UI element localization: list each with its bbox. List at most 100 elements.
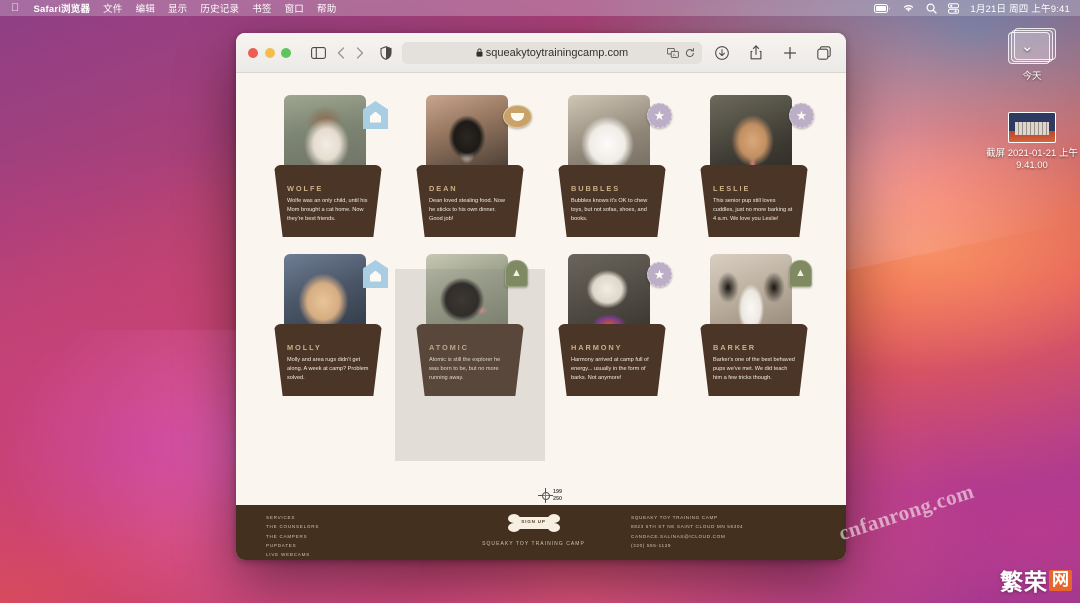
camper-name: MOLLY xyxy=(287,343,322,352)
camper-card-leslie[interactable]: ★ LESLIE This senior pup still loves cud… xyxy=(700,95,814,237)
control-center-icon[interactable] xyxy=(948,2,960,14)
camper-description: Molly and area rugs didn't get along. A … xyxy=(287,357,369,382)
wifi-icon[interactable] xyxy=(902,3,915,13)
star-badge: ★ xyxy=(647,103,672,128)
desktop-icon-screenshot-file[interactable]: 截屏 2021-01-21 上午 9.41.00 xyxy=(986,112,1078,172)
camper-name: ATOMIC xyxy=(429,343,469,352)
footer-center: SIGN UP SQUEAKY TOY TRAINING CAMP xyxy=(436,511,631,555)
camper-card-wolfe[interactable]: WOLFE Wolfe was an only child, until his… xyxy=(274,95,388,237)
watermark-diagonal-text: cnfanrong.com xyxy=(835,478,977,546)
address-bar-container: squeakytoytrainingcamp.com A xyxy=(402,41,702,64)
address-bar-text-group: squeakytoytrainingcamp.com xyxy=(476,47,628,59)
camper-description: Harmony arrived at camp full of energy..… xyxy=(571,357,649,382)
footer-nav-links: SERVICES THE COUNSELORS THE CAMPERS PUPD… xyxy=(266,511,436,557)
camper-name: BUBBLES xyxy=(571,184,621,193)
star-badge: ★ xyxy=(647,262,672,287)
watermark-logo-text: 繁荣 xyxy=(1000,570,1048,596)
footer-phone[interactable]: (320) 555-1129 xyxy=(631,541,816,550)
camper-description: Barker's one of the best behaved pups we… xyxy=(713,357,795,382)
menu-item-help[interactable]: 帮助 xyxy=(317,1,336,15)
campers-grid: WOLFE Wolfe was an only child, until his… xyxy=(236,73,846,505)
address-bar-actions: A xyxy=(667,47,695,58)
privacy-shield-icon[interactable] xyxy=(380,43,392,63)
sign-up-button[interactable]: SIGN UP xyxy=(507,512,561,534)
tree-badge: ▲ xyxy=(789,260,812,287)
footer-brand-name: SQUEAKY TOY TRAINING CAMP xyxy=(482,541,585,547)
campers-row: MOLLY Molly and area rugs didn't get alo… xyxy=(274,254,812,396)
camper-plate: MOLLY Molly and area rugs didn't get alo… xyxy=(274,324,382,396)
house-badge xyxy=(363,260,388,288)
camper-card-molly[interactable]: MOLLY Molly and area rugs didn't get alo… xyxy=(274,254,388,396)
desktop-icon-label: 截屏 2021-01-21 上午 9.41.00 xyxy=(986,148,1078,171)
url-text: squeakytoytrainingcamp.com xyxy=(485,46,629,59)
menu-app-name[interactable]: Safari浏览器 xyxy=(33,1,90,15)
downloads-icon[interactable] xyxy=(712,43,732,63)
translate-icon[interactable]: A xyxy=(667,47,679,58)
camper-name: DEAN xyxy=(429,184,458,193)
camper-card-bubbles[interactable]: ★ BUBBLES Bubbles knows it's OK to chew … xyxy=(558,95,672,237)
reload-icon[interactable] xyxy=(685,47,695,58)
campers-row: WOLFE Wolfe was an only child, until his… xyxy=(274,95,814,237)
camper-plate: BUBBLES Bubbles knows it's OK to chew to… xyxy=(558,165,666,237)
camper-description: This senior pup still loves cuddles, jus… xyxy=(713,198,793,223)
new-tab-button[interactable] xyxy=(780,43,800,63)
toolbar-right-actions xyxy=(712,43,834,63)
footer-link-live-webcams[interactable]: LIVE WEBCAMS xyxy=(266,550,436,559)
desktop-icon-today-stack[interactable]: ⌄ 今天 xyxy=(986,28,1078,83)
footer-contact-info: SQUEAKY TOY TRAINING CAMP 8823 5TH ST NE… xyxy=(631,511,816,555)
footer-link-services[interactable]: SERVICES xyxy=(266,513,436,522)
footer-company-name: SQUEAKY TOY TRAINING CAMP xyxy=(631,515,718,520)
camper-description: Atomic is still the explorer he was born… xyxy=(429,357,501,382)
stack-icon: ⌄ xyxy=(1008,28,1056,66)
forward-button[interactable] xyxy=(355,43,364,63)
house-badge xyxy=(363,101,388,129)
apple-logo-icon[interactable]:  xyxy=(11,2,19,14)
close-button[interactable] xyxy=(248,47,258,58)
camper-name: LESLIE xyxy=(713,184,751,193)
menu-item-file[interactable]: 文件 xyxy=(103,1,122,15)
camper-card-atomic[interactable]: ▲ ATOMIC Atomic is still the explorer he… xyxy=(416,254,528,396)
tab-overview-button[interactable] xyxy=(814,43,834,63)
camper-name: BARKER xyxy=(713,343,757,352)
search-icon[interactable] xyxy=(926,2,938,14)
camper-card-harmony[interactable]: ★ HARMONY Harmony arrived at camp full o… xyxy=(558,254,672,396)
camper-plate: LESLIE This senior pup still loves cuddl… xyxy=(700,165,808,237)
menu-item-bookmarks[interactable]: 书签 xyxy=(252,1,271,15)
camper-card-dean[interactable]: DEAN Dean loved stealing food. Now he st… xyxy=(416,95,532,237)
camper-name: WOLFE xyxy=(287,184,324,193)
menu-bar-left:  Safari浏览器 文件 编辑 显示 历史记录 书签 窗口 帮助 xyxy=(0,1,336,15)
menu-item-edit[interactable]: 编辑 xyxy=(136,1,155,15)
battery-icon[interactable] xyxy=(874,3,891,13)
camper-plate: WOLFE Wolfe was an only child, until his… xyxy=(274,165,382,237)
footer-email[interactable]: CANDACE.SALINAS@ICLOUD.COM xyxy=(631,532,816,541)
screenshot-crosshair-cursor: 199 250 xyxy=(538,488,572,514)
menu-item-window[interactable]: 窗口 xyxy=(285,1,304,15)
star-badge: ★ xyxy=(789,103,814,128)
chevron-down-icon: ⌄ xyxy=(1021,38,1034,55)
camper-description: Bubbles knows it's OK to chew toys, but … xyxy=(571,198,648,223)
footer-address: 8823 5TH ST NE SAINT CLOUD MN 56304 xyxy=(631,524,744,530)
back-button[interactable] xyxy=(336,43,345,63)
footer-link-the-campers[interactable]: THE CAMPERS xyxy=(266,532,436,541)
camper-plate: BARKER Barker's one of the best behaved … xyxy=(700,324,808,396)
desktop-icon-label: 今天 xyxy=(1022,71,1042,82)
sign-up-label: SIGN UP xyxy=(521,519,546,524)
share-icon[interactable] xyxy=(746,43,766,63)
webpage-content: WOLFE Wolfe was an only child, until his… xyxy=(236,73,846,560)
capture-dimensions: 199 250 xyxy=(553,489,562,503)
sidebar-icon[interactable] xyxy=(311,43,326,63)
minimize-button[interactable] xyxy=(264,47,275,58)
menu-bar-clock[interactable]: 1月21日 周四 上午9:41 xyxy=(970,1,1070,15)
footer-link-pupdates[interactable]: PUPDATES xyxy=(266,541,436,550)
menu-item-view[interactable]: 显示 xyxy=(168,1,187,15)
address-bar[interactable]: squeakytoytrainingcamp.com A xyxy=(402,41,702,64)
camper-plate: HARMONY Harmony arrived at camp full of … xyxy=(558,324,666,396)
camper-name: HARMONY xyxy=(571,343,623,352)
zoom-button[interactable] xyxy=(281,47,291,58)
capture-height: 250 xyxy=(553,495,562,502)
camper-description: Wolfe was an only child, until his Mom b… xyxy=(287,198,368,223)
footer-link-the-counselors[interactable]: THE COUNSELORS xyxy=(266,522,436,531)
camper-plate: ATOMIC Atomic is still the explorer he w… xyxy=(416,324,524,396)
menu-item-history[interactable]: 历史记录 xyxy=(200,1,239,15)
camper-card-barker[interactable]: ▲ BARKER Barker's one of the best behave… xyxy=(700,254,812,396)
